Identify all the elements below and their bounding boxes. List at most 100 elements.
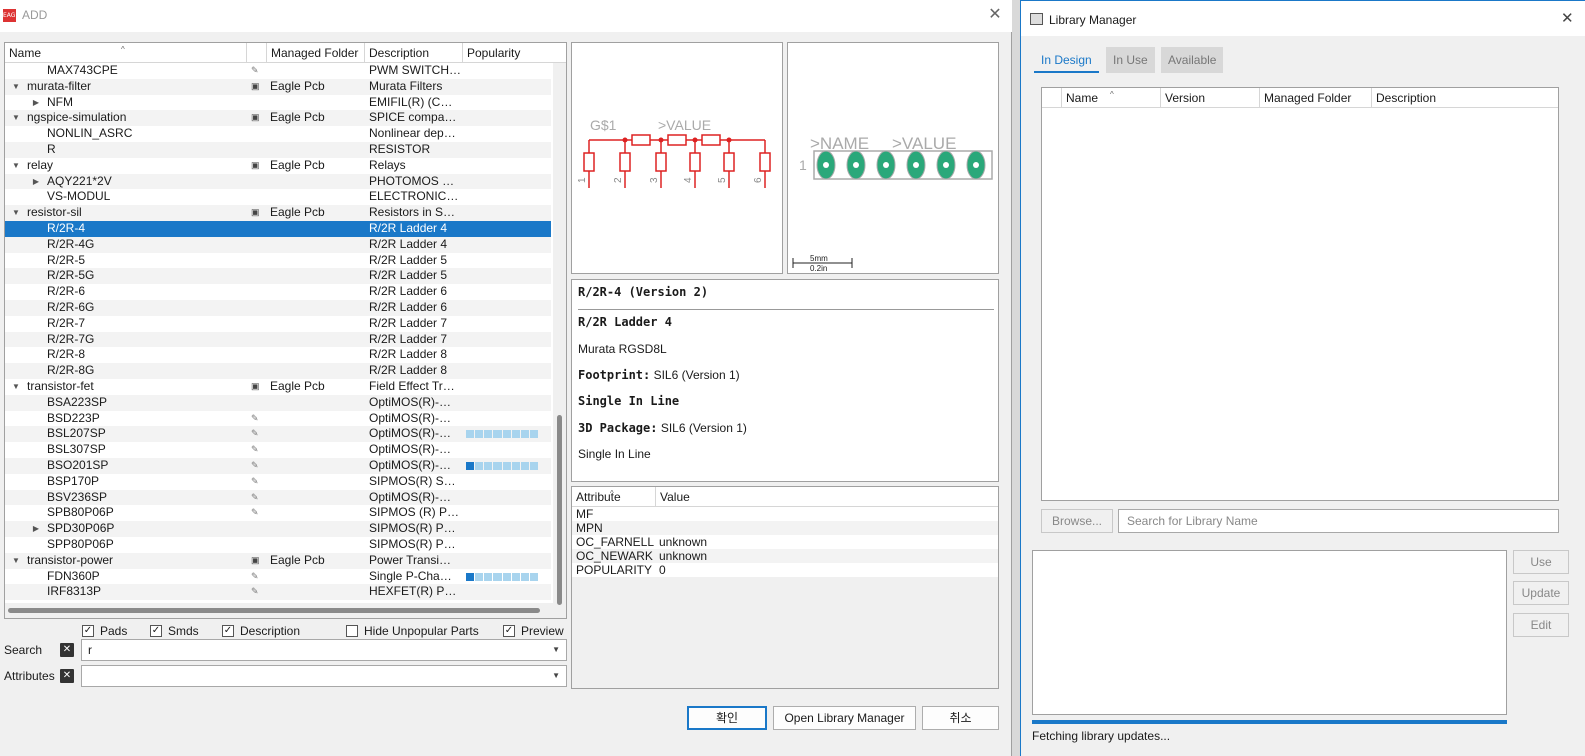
clear-search-icon[interactable]: ✕ [60,643,74,657]
tree-row[interactable]: VS-MODUL ELECTRONIC… [5,189,551,205]
library-icon: ▣ [251,159,260,170]
horizontal-scrollbar[interactable] [5,603,553,618]
tree-row[interactable]: BSP170P ✎ SIPMOS(R) S… [5,474,551,490]
column-header-value[interactable]: Value [656,487,996,507]
tree-row[interactable]: SPP80P06P SIPMOS(R) P… [5,537,551,553]
expand-arrow-icon[interactable]: ▶ [31,95,41,111]
column-header-popularity[interactable]: Popularity [463,43,553,63]
attribute-row[interactable]: MF [572,507,998,521]
search-input[interactable]: r ▼ [81,639,567,661]
row-description: R/2R Ladder 4 [369,220,448,235]
tree-row[interactable]: R/2R-6 R/2R Ladder 6 [5,284,551,300]
clear-attributes-icon[interactable]: ✕ [60,669,74,683]
tree-row[interactable]: R/2R-4 R/2R Ladder 4 [5,220,551,237]
tree-row[interactable]: R/2R-7G R/2R Ladder 7 [5,331,551,348]
column-header-description[interactable]: Description [365,43,463,63]
row-name: SPP80P06P [47,536,114,551]
tree-row[interactable]: ▼ transistor-fet ▣ Eagle Pcb Field Effect Tr… [5,379,551,395]
close-icon[interactable]: ✕ [987,5,1003,23]
library-search-input[interactable]: Search for Library Name [1118,509,1559,533]
tree-row[interactable]: R RESISTOR [5,141,551,158]
open-library-manager-button[interactable]: Open Library Manager [773,706,916,730]
smds-checkbox[interactable]: ✓ Smds [150,624,199,638]
ok-button[interactable]: 확인 [687,706,767,730]
attribute-row[interactable]: OC_FARNELL unknown [572,535,998,549]
tree-row[interactable]: R/2R-8 R/2R Ladder 8 [5,347,551,363]
tree-row[interactable]: R/2R-8G R/2R Ladder 8 [5,363,551,379]
attribute-header: Attribute ^ Value [572,487,998,507]
tab-in-design[interactable]: In Design [1034,47,1099,73]
tree-row[interactable]: IRF8313P ✎ HEXFET(R) P… [5,584,551,601]
column-header-attribute[interactable]: Attribute ^ [572,487,656,507]
pin-label: 4 [683,177,694,183]
pin-label: 3 [649,177,660,183]
library-icon: ▣ [251,112,260,123]
collapse-arrow-icon[interactable]: ▼ [11,205,21,221]
collapse-arrow-icon[interactable]: ▼ [11,110,21,126]
update-button[interactable]: Update [1513,581,1569,605]
tree-row[interactable]: ▼ transistor-power ▣ Eagle Pcb Power Transi… [5,552,551,569]
tree-row[interactable]: R/2R-7 R/2R Ladder 7 [5,316,551,332]
column-header-managed-folder[interactable]: Managed Folder [1260,88,1372,108]
row-name: R/2R-8G [47,363,95,378]
tree-row[interactable]: ▶ NFM EMIFIL(R) (C… [5,95,551,111]
tab-in-use[interactable]: In Use [1106,47,1155,73]
tree-row[interactable]: ▼ resistor-sil ▣ Eagle Pcb Resistors in S… [5,205,551,221]
attribute-name: OC_FARNELL [576,535,655,549]
attribute-row[interactable]: POPULARITY 0 [572,563,998,577]
hide-unpopular-checkbox[interactable]: Hide Unpopular Parts [346,624,479,638]
tree-row[interactable]: FDN360P ✎ Single P-Cha… [5,569,551,585]
tree-row[interactable]: ▼ ngspice-simulation ▣ Eagle Pcb SPICE compa… [5,110,551,127]
column-header-check[interactable] [1042,88,1062,108]
vertical-scrollbar[interactable] [553,63,566,618]
edit-button[interactable]: Edit [1513,613,1569,637]
pads-checkbox[interactable]: ✓ Pads [82,624,127,638]
attribute-row[interactable]: MPN [572,521,998,535]
titlebar: EAGLE ADD ✕ [0,0,1012,32]
column-header-description[interactable]: Description [1372,88,1558,108]
cancel-button[interactable]: 취소 [922,706,999,730]
tree-row[interactable]: BSA223SP OptiMOS(R)-… [5,394,551,411]
preview-checkbox[interactable]: ✓ Preview [503,624,564,638]
collapse-arrow-icon[interactable]: ▼ [11,158,21,174]
column-header-name[interactable]: Name ^ [5,43,247,63]
column-header-name[interactable]: Name ^ [1062,88,1161,108]
tree-row[interactable]: BSD223P ✎ OptiMOS(R)-… [5,411,551,427]
collapse-arrow-icon[interactable]: ▼ [11,79,21,95]
column-header-icon[interactable] [247,43,267,63]
tree-row[interactable]: R/2R-6G R/2R Ladder 6 [5,299,551,316]
tree-row[interactable]: BSL307SP ✎ OptiMOS(R)-… [5,442,551,458]
column-header-version[interactable]: Version [1161,88,1260,108]
tree-row[interactable]: ▶ SPD30P06P SIPMOS(R) P… [5,521,551,537]
row-name: BSL307SP [47,442,106,457]
scroll-thumb[interactable] [557,415,562,605]
tree-row[interactable]: SPB80P06P ✎ SIPMOS (R) P… [5,505,551,521]
expand-arrow-icon[interactable]: ▶ [31,521,41,537]
collapse-arrow-icon[interactable]: ▼ [11,553,21,569]
attributes-input[interactable]: ▼ [81,665,567,687]
tree-row[interactable]: NONLIN_ASRC Nonlinear dep… [5,126,551,142]
attribute-row[interactable]: OC_NEWARK unknown [572,549,998,563]
scroll-thumb[interactable] [8,608,540,613]
row-description: Single P-Cha… [369,568,452,583]
tree-row[interactable]: ▶ AQY221*2V PHOTOMOS … [5,173,551,190]
tree-row[interactable]: BSV236SP ✎ OptiMOS(R)-… [5,489,551,506]
description-checkbox[interactable]: ✓ Description [222,624,300,638]
column-header-managed-folder[interactable]: Managed Folder [267,43,365,63]
close-icon[interactable]: ✕ [1561,9,1574,27]
tree-row[interactable]: ▼ relay ▣ Eagle Pcb Relays [5,158,551,174]
expand-arrow-icon[interactable]: ▶ [31,174,41,190]
tree-row[interactable]: MAX743CPE ✎ PWM SWITCH… [5,63,551,79]
dropdown-arrow-icon[interactable]: ▼ [552,671,560,680]
tree-row[interactable]: BSO201SP ✎ OptiMOS(R)-… [5,457,551,474]
use-button[interactable]: Use [1513,550,1569,574]
browse-button[interactable]: Browse... [1041,509,1113,533]
tree-row[interactable]: BSL207SP ✎ OptiMOS(R)-… [5,426,551,443]
tree-row[interactable]: R/2R-5G R/2R Ladder 5 [5,268,551,285]
collapse-arrow-icon[interactable]: ▼ [11,379,21,395]
tree-row[interactable]: R/2R-5 R/2R Ladder 5 [5,253,551,269]
dropdown-arrow-icon[interactable]: ▼ [552,645,560,654]
tree-row[interactable]: ▼ murata-filter ▣ Eagle Pcb Murata Filters [5,78,551,95]
tree-row[interactable]: R/2R-4G R/2R Ladder 4 [5,236,551,253]
tab-available[interactable]: Available [1161,47,1224,73]
